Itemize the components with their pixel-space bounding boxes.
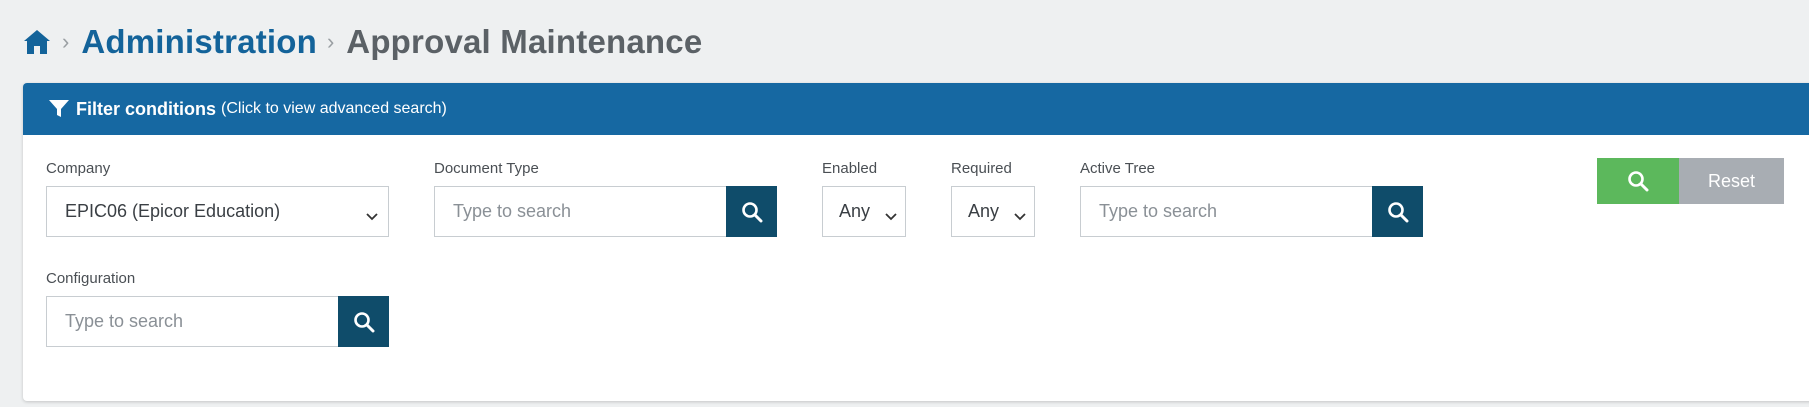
active-tree-search-button[interactable] xyxy=(1372,186,1423,237)
document-type-lookup xyxy=(434,186,777,237)
breadcrumb: › Administration › Approval Maintenance xyxy=(22,22,702,62)
chevron-down-icon xyxy=(366,208,378,220)
required-select[interactable]: Any xyxy=(951,186,1035,237)
breadcrumb-separator: › xyxy=(326,29,335,54)
chevron-down-icon xyxy=(1014,208,1026,220)
enabled-select-value: Any xyxy=(839,201,871,221)
configuration-label: Configuration xyxy=(46,270,136,287)
filter-panel-header[interactable]: Filter conditions (Click to view advance… xyxy=(23,83,1809,135)
filter-icon xyxy=(48,99,70,119)
breadcrumb-link-administration[interactable]: Administration xyxy=(81,23,317,61)
document-type-search-button[interactable] xyxy=(726,186,777,237)
search-button[interactable] xyxy=(1597,158,1679,204)
company-select-value: EPIC06 (Epicor Education) xyxy=(65,201,281,221)
configuration-input[interactable] xyxy=(46,296,338,347)
enabled-field: Enabled Any xyxy=(822,160,906,237)
search-icon xyxy=(1387,201,1409,223)
enabled-select[interactable]: Any xyxy=(822,186,906,237)
company-select[interactable]: EPIC06 (Epicor Education) xyxy=(46,186,389,237)
required-label: Required xyxy=(951,160,1012,177)
active-tree-field: Active Tree xyxy=(1080,160,1423,237)
filter-panel: Filter conditions (Click to view advance… xyxy=(23,83,1809,401)
home-icon[interactable] xyxy=(22,27,52,57)
search-icon xyxy=(353,311,375,333)
configuration-search-button[interactable] xyxy=(338,296,389,347)
configuration-field: Configuration xyxy=(46,270,389,347)
required-field: Required Any xyxy=(951,160,1035,237)
active-tree-input[interactable] xyxy=(1080,186,1372,237)
active-tree-label: Active Tree xyxy=(1080,160,1156,177)
document-type-field: Document Type xyxy=(434,160,777,237)
search-icon xyxy=(741,201,763,223)
filter-panel-hint: (Click to view advanced search) xyxy=(221,100,447,117)
reset-button[interactable]: Reset xyxy=(1679,158,1784,204)
document-type-input[interactable] xyxy=(434,186,726,237)
configuration-lookup xyxy=(46,296,389,347)
search-icon xyxy=(1627,170,1649,192)
document-type-label: Document Type xyxy=(434,160,539,177)
chevron-down-icon xyxy=(885,208,897,220)
filter-panel-title: Filter conditions xyxy=(76,98,217,119)
active-tree-lookup xyxy=(1080,186,1423,237)
required-select-value: Any xyxy=(968,201,1000,221)
company-label: Company xyxy=(46,160,111,177)
breadcrumb-separator: › xyxy=(62,29,70,54)
company-field: Company EPIC06 (Epicor Education) xyxy=(46,160,389,237)
page-title: Approval Maintenance xyxy=(346,23,703,60)
enabled-label: Enabled xyxy=(822,160,878,177)
